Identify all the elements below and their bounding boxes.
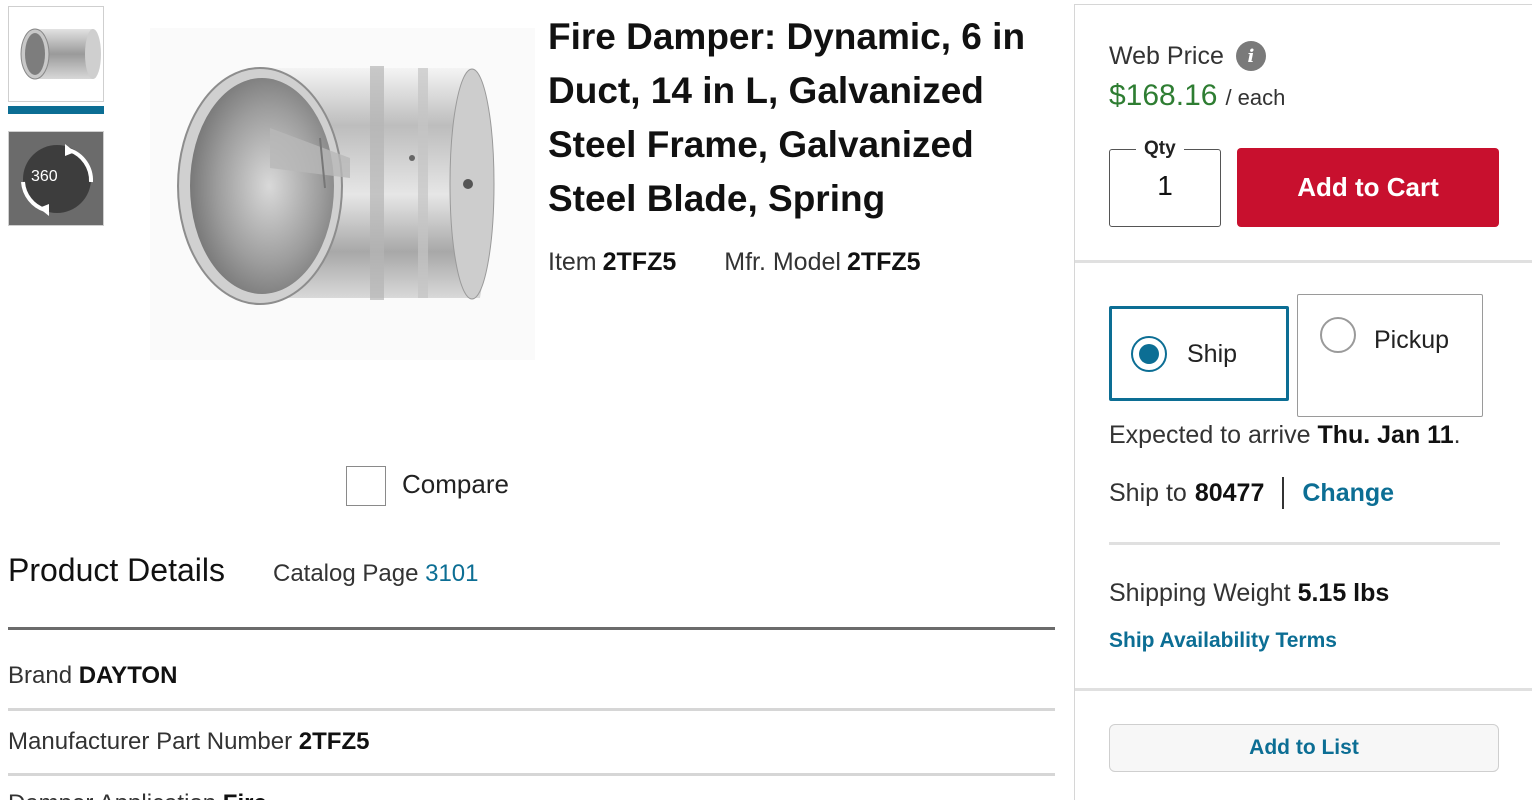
ship-option[interactable]: Ship [1109,306,1289,401]
pickup-option-label: Pickup [1374,326,1450,354]
row-divider [8,773,1055,776]
expected-arrival: Expected to arrive Thu. Jan 11. [1109,421,1461,450]
info-icon[interactable]: i [1235,41,1266,71]
sidebar-divider [1075,688,1532,691]
arrival-date: Thu. Jan 11 [1317,421,1454,449]
ship-to-separator [1282,477,1285,509]
catalog-page-label: Catalog Page [272,560,419,587]
fire-damper-image [150,28,535,360]
mfr-model: 2TFZ5 [846,248,921,276]
add-to-list-button[interactable]: Add to List [1109,724,1499,772]
web-price-label-row: Web Price i [1109,41,1266,71]
item-label: Item [548,248,597,276]
ship-radio[interactable] [1131,336,1167,372]
compare-checkbox-group[interactable]: Compare [346,466,509,506]
product-title: Fire Damper: Dynamic, 6 in Duct, 14 in L… [548,16,1026,219]
web-price-label: Web Price [1109,41,1224,70]
row-divider [8,708,1055,711]
detail-value: DAYTON [78,662,178,689]
detail-row-part-number: Manufacturer Part Number 2TFZ5 [8,728,369,756]
ship-to-row: Ship to 80477 Change [1109,477,1394,509]
quantity-label: Qty [1136,138,1184,160]
arrival-prefix: Expected to arrive [1109,421,1311,449]
thumbnail-selected-indicator [8,106,104,114]
rotate-360-label: 360 [31,168,58,185]
shipping-weight-value: 5.15 lbs [1297,579,1390,607]
detail-row-application: Damper Application Fire [8,790,267,800]
shipping-weight-label: Shipping Weight [1109,579,1291,607]
price-unit: / each [1225,85,1286,110]
product-details-heading: Product Details [8,552,225,588]
catalog-page: Catalog Page 3101 [273,560,479,588]
mfr-model-group: Mfr. Model 2TFZ5 [724,248,920,277]
sidebar-inner-divider [1109,542,1500,545]
detail-label: Manufacturer Part Number [8,728,293,755]
ship-option-label: Ship [1187,340,1238,368]
item-number-group: Item 2TFZ5 [548,248,676,277]
price: $168.16 [1109,79,1218,112]
ship-to-label: Ship to [1109,478,1187,507]
mfr-model-label: Mfr. Model [724,248,841,276]
compare-label: Compare [402,468,509,499]
sidebar-divider [1075,260,1532,263]
item-number: 2TFZ5 [602,248,677,276]
pickup-radio[interactable] [1320,317,1356,353]
arrival-suffix: . [1453,421,1461,449]
detail-value: Fire [223,790,267,800]
shipping-weight: Shipping Weight 5.15 lbs [1109,579,1389,608]
pickup-option[interactable]: Pickup [1297,294,1483,417]
quantity-field[interactable]: Qty [1109,138,1221,227]
ship-availability-terms-link[interactable]: Ship Availability Terms [1109,629,1337,653]
catalog-page-link[interactable]: 3101 [425,560,478,587]
change-zip-link[interactable]: Change [1302,479,1394,508]
compare-checkbox[interactable] [346,466,386,506]
item-numbers: Item 2TFZ5 Mfr. Model 2TFZ5 [548,248,921,277]
detail-label: Brand [8,662,73,689]
thumbnail-damper-image [20,28,101,80]
thumbnail-main-view[interactable] [8,6,104,102]
ship-to-zip: 80477 [1194,478,1265,507]
details-divider [8,627,1055,630]
add-to-cart-button[interactable]: Add to Cart [1237,148,1499,227]
purchase-sidebar: Web Price i $168.16 / each Qty Add to Ca… [1074,4,1532,800]
detail-label: Damper Application [8,790,216,800]
product-details-header: Product Details Catalog Page 3101 [8,552,479,589]
product-image[interactable] [150,28,535,360]
detail-row-brand: Brand DAYTON [8,662,177,690]
quantity-input[interactable] [1110,170,1220,202]
thumbnail-360-view[interactable]: 360 [8,131,104,226]
detail-value: 2TFZ5 [298,728,370,755]
price-line: $168.16 / each [1109,79,1285,113]
